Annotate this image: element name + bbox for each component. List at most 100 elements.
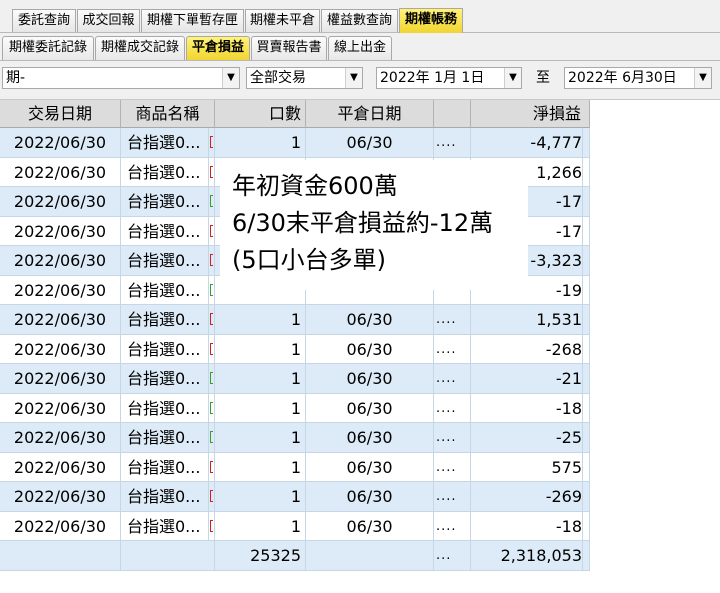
trade-date-cell: 2022/06/30 — [0, 393, 121, 423]
annotation-box: 年初資金600萬 6/30末平倉損益約-12萬 (5口小台多單) — [220, 160, 528, 290]
annotation-line-capital: 年初資金600萬 — [232, 172, 398, 200]
quantity-cell: 1 — [215, 423, 306, 453]
side-flag-icon — [210, 372, 213, 384]
hidden-cells: .... — [434, 452, 471, 482]
table-row[interactable]: 2022/06/30 台指選0... 1 06/30.... -268 — [0, 334, 590, 364]
table-row[interactable]: 2022/06/30 台指選0... 1 06/30.... -21 — [0, 364, 590, 394]
close-date-cell: 06/30 — [306, 511, 434, 541]
end-cell — [583, 393, 590, 423]
quantity-cell: 1 — [215, 128, 306, 158]
end-cell — [583, 423, 590, 453]
trade-date-cell: 2022/06/30 — [0, 128, 121, 158]
trade-date-cell: 2022/06/30 — [0, 511, 121, 541]
quantity-cell: 1 — [215, 482, 306, 512]
total-end-cell — [583, 541, 590, 571]
side-flag-icon — [210, 313, 213, 325]
date-from-picker[interactable]: 2022年 1月 1日 ▼ — [376, 67, 522, 89]
close-date-cell: 06/30 — [306, 334, 434, 364]
product-cell: 台指選0... — [121, 393, 209, 423]
tab-order-records[interactable]: 期權委託記錄 — [2, 36, 94, 60]
trade-date-cell: 2022/06/30 — [0, 157, 121, 187]
trade-date-cell: 2022/06/30 — [0, 275, 121, 305]
end-cell — [583, 452, 590, 482]
product-cell: 台指選0... — [121, 482, 209, 512]
side-flag-icon — [210, 224, 213, 237]
tab-closed-pnl[interactable]: 平倉損益 — [186, 36, 250, 60]
table-row[interactable]: 2022/06/30 台指選0... 1 06/30.... 1,531 — [0, 305, 590, 335]
hidden-cells: .... — [434, 334, 471, 364]
hidden-cells: .... — [434, 482, 471, 512]
product-cell: 台指選0... — [121, 305, 209, 335]
header-trade-date[interactable]: 交易日期 — [0, 100, 121, 128]
end-cell — [583, 334, 590, 364]
product-cell: 台指選0... — [121, 216, 209, 246]
tab-open-positions[interactable]: 期權未平倉 — [245, 9, 320, 32]
trade-select[interactable]: 全部交易 ▼ — [246, 67, 363, 89]
end-cell — [583, 275, 590, 305]
table-row[interactable]: 2022/06/30 台指選0... 1 06/30.... -269 — [0, 482, 590, 512]
end-cell — [583, 364, 590, 394]
side-flag-icon — [210, 401, 213, 414]
table-row[interactable]: 2022/06/30 台指選0... 1 06/30.... -4,777 — [0, 128, 590, 158]
tab-account[interactable]: 期權帳務 — [399, 8, 463, 33]
header-product[interactable]: 商品名稱 — [121, 100, 215, 128]
side-flag-icon — [210, 431, 213, 443]
product-cell: 台指選0... — [121, 452, 209, 482]
hidden-cells: .... — [434, 305, 471, 335]
net-pnl-cell: -268 — [471, 334, 583, 364]
total-date-cell — [0, 541, 121, 571]
filter-bar: 期- ▼ 全部交易 ▼ 2022年 1月 1日 ▼ 至 2022年 6月30日 … — [0, 61, 720, 100]
header-hidden-columns[interactable] — [434, 100, 471, 128]
tab-trade-report[interactable]: 買賣報告書 — [251, 36, 327, 60]
top-tab-bar: 委託查詢 成交回報 期權下單暫存匣 期權未平倉 權益數查詢 期權帳務 — [0, 0, 720, 33]
header-quantity[interactable]: 口數 — [215, 100, 306, 128]
side-flag-icon — [210, 283, 213, 296]
close-date-cell: 06/30 — [306, 423, 434, 453]
close-date-cell: 06/30 — [306, 128, 434, 158]
chevron-down-icon[interactable]: ▼ — [222, 68, 239, 88]
close-date-cell: 06/30 — [306, 482, 434, 512]
tab-order-query[interactable]: 委託查詢 — [12, 9, 76, 32]
table-row[interactable]: 2022/06/30 台指選0... 1 06/30.... -18 — [0, 393, 590, 423]
net-pnl-cell: -269 — [471, 482, 583, 512]
tab-fill-records[interactable]: 期權成交記錄 — [95, 36, 185, 60]
product-cell: 台指選0... — [121, 275, 209, 305]
header-net-pnl[interactable]: 淨損益 — [471, 100, 590, 128]
tab-equity-query[interactable]: 權益數查詢 — [321, 9, 398, 32]
end-cell — [583, 157, 590, 187]
hidden-cells: .... — [434, 511, 471, 541]
trade-date-cell: 2022/06/30 — [0, 452, 121, 482]
side-flag-icon — [210, 460, 213, 473]
total-hidden-cells: ... — [434, 541, 471, 571]
close-date-cell: 06/30 — [306, 305, 434, 335]
total-close-date-cell — [306, 541, 434, 571]
total-product-cell — [121, 541, 215, 571]
table-row[interactable]: 2022/06/30 台指選0... 1 06/30.... -25 — [0, 423, 590, 453]
side-flag-icon — [210, 342, 213, 355]
header-close-date[interactable]: 平倉日期 — [306, 100, 434, 128]
quantity-cell: 1 — [215, 511, 306, 541]
type-select[interactable]: 期- ▼ — [2, 67, 240, 89]
end-cell — [583, 187, 590, 217]
product-cell: 台指選0... — [121, 246, 209, 276]
net-pnl-cell: -25 — [471, 423, 583, 453]
trade-date-cell: 2022/06/30 — [0, 482, 121, 512]
table-row[interactable]: 2022/06/30 台指選0... 1 06/30.... 575 — [0, 452, 590, 482]
date-range-separator: 至 — [536, 70, 550, 86]
tab-order-staging[interactable]: 期權下單暫存匣 — [141, 9, 244, 32]
date-to-picker[interactable]: 2022年 6月30日 ▼ — [564, 67, 712, 89]
product-cell: 台指選0... — [121, 423, 209, 453]
total-row: 25325 ... 2,318,053 — [0, 541, 590, 571]
close-date-cell: 06/30 — [306, 364, 434, 394]
tab-online-withdrawal[interactable]: 線上出金 — [328, 36, 392, 60]
chevron-down-icon[interactable]: ▼ — [345, 68, 362, 88]
date-to-value: 2022年 6月30日 — [568, 70, 677, 86]
end-cell — [583, 128, 590, 158]
close-date-cell: 06/30 — [306, 393, 434, 423]
tab-fill-report[interactable]: 成交回報 — [77, 9, 140, 32]
chevron-down-icon[interactable]: ▼ — [504, 68, 521, 88]
table-row[interactable]: 2022/06/30 台指選0... 1 06/30.... -18 — [0, 511, 590, 541]
total-net-pnl: 2,318,053 — [471, 541, 583, 571]
product-cell: 台指選0... — [121, 364, 209, 394]
chevron-down-icon[interactable]: ▼ — [694, 68, 711, 88]
